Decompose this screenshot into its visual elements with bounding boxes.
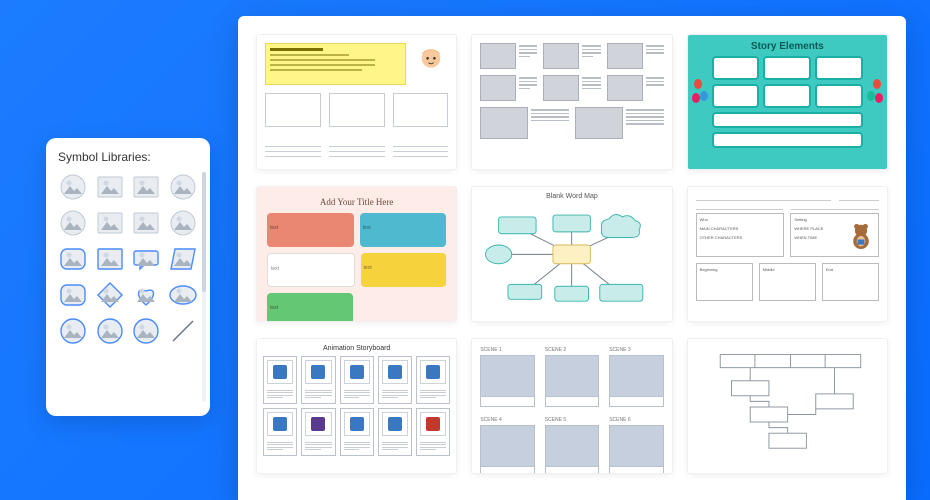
- template-storyboard-sample[interactable]: [256, 34, 457, 170]
- balloon-icon: [692, 93, 700, 103]
- storyboard-frame: [340, 356, 374, 404]
- animation-title: Animation Storyboard: [263, 345, 450, 352]
- ellipse-symbol[interactable]: [168, 280, 198, 310]
- sidebar-scrollbar[interactable]: [202, 172, 206, 402]
- rounded-rect-symbol-2[interactable]: [58, 280, 88, 310]
- line-symbol[interactable]: [168, 316, 198, 346]
- template-grid: Story Elements Add Your Title Here text …: [256, 34, 888, 474]
- circle-outline-symbol-3[interactable]: [131, 316, 161, 346]
- symbol-libraries-title: Symbol Libraries:: [58, 150, 198, 164]
- circle-outline-symbol[interactable]: [58, 316, 88, 346]
- storyboard-frame: [301, 356, 335, 404]
- scene-cell: SCENE 2: [545, 347, 599, 407]
- symbol-grid: [58, 172, 198, 346]
- symbol-libraries-panel: Symbol Libraries:: [46, 138, 210, 416]
- storyboard-frame: [378, 356, 412, 404]
- character-icon: [414, 43, 448, 77]
- plain-circle-symbol-3[interactable]: [58, 208, 88, 238]
- plain-circle-symbol-2[interactable]: [168, 172, 198, 202]
- diamond-symbol[interactable]: [95, 280, 125, 310]
- scene-cell: SCENE 1: [480, 347, 534, 407]
- parallelogram-symbol[interactable]: [168, 244, 198, 274]
- balloon-icon: [694, 79, 702, 89]
- scene-cell: SCENE 3: [609, 347, 663, 407]
- balloon-icon: [875, 93, 883, 103]
- template-story-elements[interactable]: Story Elements: [687, 34, 888, 170]
- selected-rect-symbol[interactable]: [95, 244, 125, 274]
- header-block: [265, 43, 406, 85]
- plain-circle-symbol[interactable]: [58, 172, 88, 202]
- rounded-rect-symbol[interactable]: [58, 244, 88, 274]
- balloon-icon: [867, 91, 875, 101]
- storyboard-frame: [263, 356, 297, 404]
- circle-outline-symbol-2[interactable]: [95, 316, 125, 346]
- balloon-icon: [873, 79, 881, 89]
- template-comic-storyboard[interactable]: [471, 34, 672, 170]
- storyboard-frame: [416, 408, 450, 456]
- storyboard-frame: [416, 356, 450, 404]
- speech-bubble-symbol[interactable]: [131, 244, 161, 274]
- storyboard-frame: [340, 408, 374, 456]
- template-scene-boxes[interactable]: SCENE 1SCENE 2SCENE 3 SCENE 4SCENE 5SCENE…: [471, 338, 672, 474]
- storyboard-frame: [301, 408, 335, 456]
- plain-circle-symbol-4[interactable]: [168, 208, 198, 238]
- template-flowchart[interactable]: [687, 338, 888, 474]
- template-gallery: Story Elements Add Your Title Here text …: [238, 16, 906, 500]
- scene-cell: SCENE 5: [545, 417, 599, 474]
- word-map-title: Blank Word Map: [478, 193, 665, 200]
- plain-rect-symbol-2[interactable]: [131, 172, 161, 202]
- template-character-sheet[interactable]: Who MAIN CHARACTERS OTHER CHARACTERS Set…: [687, 186, 888, 322]
- scrollbar-thumb[interactable]: [202, 172, 206, 292]
- bear-icon: [848, 222, 874, 250]
- balloon-icon: [700, 91, 708, 101]
- heart-symbol[interactable]: [131, 280, 161, 310]
- storyboard-frame: [263, 408, 297, 456]
- plain-rect-symbol-4[interactable]: [131, 208, 161, 238]
- plain-rect-symbol-3[interactable]: [95, 208, 125, 238]
- template-add-title[interactable]: Add Your Title Here text text text text …: [256, 186, 457, 322]
- plain-rect-symbol[interactable]: [95, 172, 125, 202]
- template-word-map[interactable]: Blank Word Map: [471, 186, 672, 322]
- story-elements-title: Story Elements: [694, 41, 881, 52]
- template-animation-storyboard[interactable]: Animation Storyboard: [256, 338, 457, 474]
- scene-cell: SCENE 6: [609, 417, 663, 474]
- scene-cell: SCENE 4: [480, 417, 534, 474]
- storyboard-frame: [378, 408, 412, 456]
- add-title-text: Add Your Title Here: [267, 197, 446, 207]
